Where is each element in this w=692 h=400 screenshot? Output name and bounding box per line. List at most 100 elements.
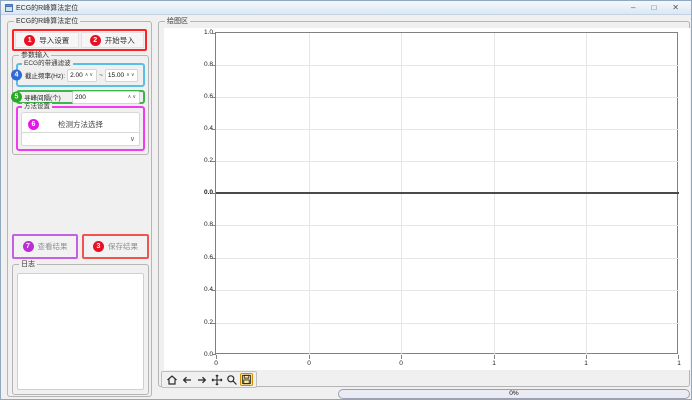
- app-window: { "window": { "title": "ECG的R峰算法定位", "co…: [0, 0, 692, 400]
- x-tick-label: 1: [579, 360, 593, 368]
- low-cutoff-value: 2.00: [70, 72, 83, 79]
- x-tick-label: 0: [209, 360, 223, 368]
- y-tick-label: 0.4: [194, 125, 213, 133]
- plot-group-title: 绘图区: [165, 17, 190, 26]
- zoom-button[interactable]: [225, 373, 238, 386]
- y-tick-label: 0.4: [194, 286, 213, 294]
- y-tick-mark: [212, 65, 216, 66]
- back-button[interactable]: [180, 373, 193, 386]
- figure[interactable]: 1.00.80.60.40.20.00.80.60.40.20.0000111: [164, 28, 690, 370]
- y-tick-label: 0.2: [194, 157, 213, 165]
- vertical-gridline: [586, 33, 587, 355]
- cutoff-frequency-row: 截止频率(Hz): 2.00 ∧∨ ~ 15.00 ∧∨: [18, 65, 143, 85]
- view-results-button[interactable]: 7 查看结果: [12, 234, 78, 259]
- x-tick-mark: [216, 355, 217, 359]
- y-tick-mark: [212, 290, 216, 291]
- x-tick-mark: [586, 355, 587, 359]
- bandpass-box-title: ECG的带通滤波: [22, 60, 73, 68]
- method-combobox[interactable]: ∨: [21, 132, 140, 146]
- method-box-title: 方法设置: [22, 103, 52, 111]
- peak-interval-box: 5 寻峰间隔(个) 200 ∧∨: [16, 90, 145, 104]
- arrow-right-icon: [196, 374, 208, 386]
- vertical-gridline: [401, 33, 402, 355]
- low-cutoff-spinbox[interactable]: 2.00 ∧∨: [67, 69, 97, 82]
- x-tick-mark: [678, 355, 679, 359]
- minimize-icon[interactable]: –: [631, 2, 635, 14]
- high-cutoff-value: 15.00: [108, 72, 124, 79]
- horizontal-gridline: [216, 97, 679, 98]
- save-results-button[interactable]: 3 保存结果: [82, 234, 149, 259]
- peak-interval-value: 200: [75, 94, 86, 101]
- home-icon: [166, 374, 178, 386]
- magnifier-icon: [226, 374, 238, 386]
- x-tick-mark: [401, 355, 402, 359]
- x-tick-mark: [309, 355, 310, 359]
- cutoff-frequency-label: 截止频率(Hz):: [25, 70, 65, 80]
- forward-button[interactable]: [195, 373, 208, 386]
- window-controls: – □ ✕: [631, 2, 687, 14]
- high-cutoff-spinbox[interactable]: 15.00 ∧∨: [105, 69, 139, 82]
- spinner-arrows-icon[interactable]: ∧∨: [128, 94, 137, 100]
- plot-toolbar: [161, 371, 257, 388]
- y-tick-mark: [212, 161, 216, 162]
- method-settings-box: 方法设置 6 检测方法选择 ∨: [16, 106, 145, 151]
- vertical-gridline: [309, 33, 310, 355]
- step-5-badge: 5: [11, 92, 22, 103]
- y-tick-mark: [212, 129, 216, 130]
- import-settings-button[interactable]: 1 导入设置: [15, 32, 79, 48]
- y-tick-label: 0.0: [194, 189, 213, 197]
- left-panel-group-title: ECG的R峰算法定位: [14, 17, 80, 26]
- progress-value: 0%: [509, 390, 518, 398]
- step-3-badge: 3: [93, 241, 104, 252]
- save-figure-button[interactable]: [240, 373, 253, 386]
- step-6-badge: 6: [28, 119, 39, 130]
- y-tick-label: 1.0: [194, 29, 213, 37]
- y-tick-mark: [212, 258, 216, 259]
- pan-icon: [211, 374, 223, 386]
- log-group-title: 日志: [19, 260, 37, 269]
- axes-area[interactable]: 1.00.80.60.40.20.00.80.60.40.20.0000111: [215, 32, 678, 354]
- window-title: ECG的R峰算法定位: [16, 3, 78, 13]
- horizontal-gridline: [216, 65, 679, 66]
- y-tick-mark: [212, 193, 216, 194]
- y-tick-label: 0.2: [194, 319, 213, 327]
- x-tick-label: 0: [302, 360, 316, 368]
- step-4-badge: 4: [11, 70, 22, 81]
- log-textarea[interactable]: [17, 273, 144, 390]
- title-bar: ECG的R峰算法定位 – □ ✕: [1, 1, 691, 15]
- params-group-title: 参数输入: [19, 51, 51, 60]
- y-tick-label: 0.6: [194, 254, 213, 262]
- horizontal-gridline: [216, 225, 679, 226]
- peak-interval-spinbox[interactable]: 200 ∧∨: [72, 91, 140, 104]
- close-icon[interactable]: ✕: [672, 2, 679, 14]
- pan-button[interactable]: [210, 373, 223, 386]
- peak-interval-label: 寻峰间隔(个): [24, 92, 72, 102]
- start-import-button[interactable]: 2 开始导入: [81, 32, 145, 48]
- method-select-label: 检测方法选择: [58, 119, 103, 130]
- home-button[interactable]: [165, 373, 178, 386]
- step-1-badge: 1: [24, 35, 35, 46]
- horizontal-gridline: [216, 161, 679, 162]
- y-tick-mark: [212, 323, 216, 324]
- arrow-left-icon: [181, 374, 193, 386]
- y-tick-label: 0.8: [194, 221, 213, 229]
- step-7-badge: 7: [23, 241, 34, 252]
- x-tick-label: 1: [487, 360, 501, 368]
- y-tick-label: 0.6: [194, 93, 213, 101]
- progress-bar: 0%: [338, 389, 690, 399]
- step-2-badge: 2: [90, 35, 101, 46]
- x-tick-label: 0: [394, 360, 408, 368]
- save-results-label: 保存结果: [108, 241, 138, 252]
- floppy-save-icon: [241, 374, 252, 385]
- maximize-icon[interactable]: □: [651, 2, 656, 14]
- start-import-label: 开始导入: [105, 35, 135, 46]
- subplot-divider: [216, 192, 679, 194]
- log-group: 日志: [12, 264, 149, 395]
- y-tick-mark: [212, 97, 216, 98]
- spinner-arrows-icon[interactable]: ∧∨: [85, 72, 94, 78]
- range-separator: ~: [99, 72, 103, 79]
- x-tick-label: 1: [672, 360, 686, 368]
- view-results-label: 查看结果: [38, 241, 68, 252]
- spinner-arrows-icon[interactable]: ∧∨: [126, 72, 135, 78]
- bandpass-filter-box: ECG的带通滤波 4 截止频率(Hz): 2.00 ∧∨ ~ 15.00 ∧∨: [16, 63, 145, 87]
